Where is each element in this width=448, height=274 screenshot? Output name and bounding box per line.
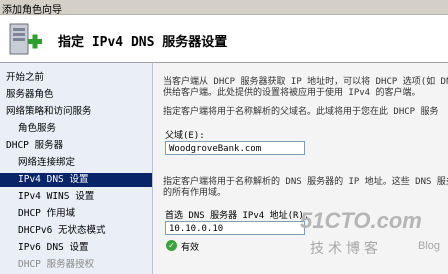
intro-text-line2: 供给客户端。此处提供的设置将被应用于使用 IPv4 的客户端。 (163, 88, 421, 98)
dns-hint-line1: 指定客户端将用于名称解析的 DNS 服务器的 IP 地址。这些 DNS 服务 (163, 177, 448, 187)
sidebar-item-role-services[interactable]: 角色服务 (18, 122, 56, 136)
watermark: 51CTO.com 技术博客 Blog (300, 208, 448, 270)
wizard-header: 指定 IPv4 DNS 服务器设置 (0, 15, 448, 63)
title-bar: 添加角色向导 (0, 0, 448, 16)
watermark-blog: Blog (418, 240, 441, 252)
sidebar-item-server-roles[interactable]: 服务器角色 (6, 88, 54, 102)
check-icon: ✓ (166, 240, 177, 251)
validation-status: 有效 (181, 243, 200, 253)
sidebar-item-ipv6-dns[interactable]: IPv6 DNS 设置 (18, 241, 88, 255)
intro-text-line1: 当客户端从 DHCP 服务器获取 IP 地址时，可以将 DHCP 选项(如 DN… (163, 77, 448, 87)
watermark-sub: 技术博客 (310, 241, 382, 257)
sidebar-item-before-you-begin[interactable]: 开始之前 (6, 71, 44, 85)
sidebar-item-dhcp-server[interactable]: DHCP 服务器 (6, 139, 63, 153)
wizard-steps-sidebar: 开始之前 服务器角色 网络策略和访问服务 角色服务 DHCP 服务器 网络连接绑… (0, 63, 153, 274)
page-title: 指定 IPv4 DNS 服务器设置 (58, 35, 228, 50)
parent-domain-label: 父域(E): (165, 131, 205, 141)
parent-domain-input[interactable]: WoodgroveBank.com (165, 141, 305, 155)
sidebar-item-dhcp-authorization: DHCP 服务器授权 (18, 259, 95, 270)
sidebar-item-network-policy[interactable]: 网络策略和访问服务 (6, 105, 92, 119)
parent-domain-hint: 指定客户端将用于名称解析的父域名。此域将用于您在此 DHCP 服务 (163, 107, 439, 117)
sidebar-item-dhcp-scopes[interactable]: DHCP 作用域 (18, 207, 75, 221)
dns-hint-line2: 的所有作用域。 (163, 188, 227, 198)
sidebar-item-dhcpv6-stateless[interactable]: DHCPv6 无状态模式 (18, 224, 106, 238)
server-add-icon (9, 23, 42, 55)
sidebar-item-ipv4-wins[interactable]: IPv4 WINS 设置 (18, 190, 94, 204)
preferred-dns-label: 首选 DNS 服务器 IPv4 地址(R): (165, 211, 310, 221)
watermark-main: 51CTO.com (300, 208, 422, 233)
preferred-dns-input[interactable]: 10.10.0.10 (165, 221, 305, 235)
sidebar-item-network-binding[interactable]: 网络连接绑定 (18, 156, 75, 170)
sidebar-item-ipv4-dns[interactable]: IPv4 DNS 设置 (0, 173, 152, 187)
window-title: 添加角色向导 (2, 5, 62, 16)
